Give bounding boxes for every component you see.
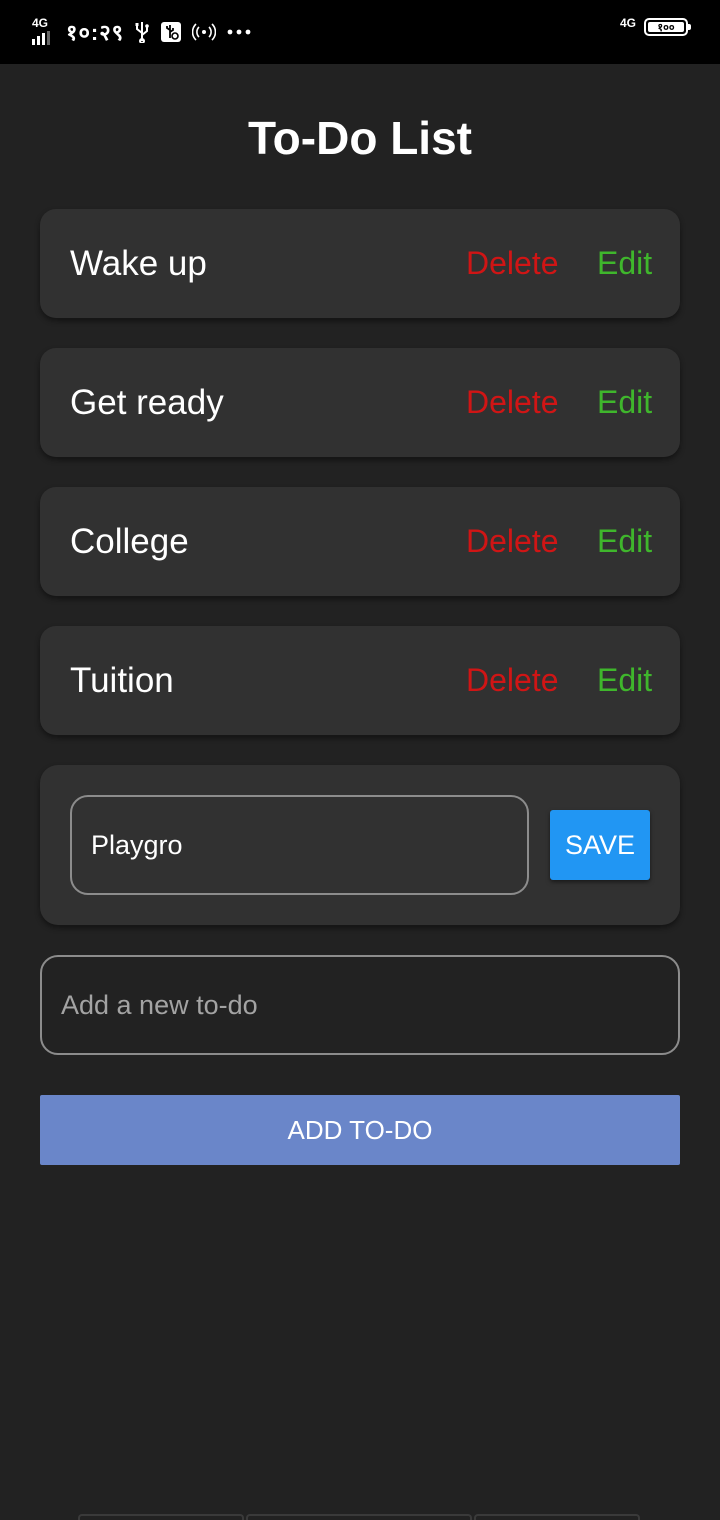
status-bar: 4G १०:२९ 4G १०० [0,0,720,64]
bottom-nav-hint [474,1514,640,1520]
status-right: 4G १०० [619,16,691,36]
todo-text: Tuition [70,661,174,700]
more-dots-icon [226,28,252,36]
network-type-label: 4G [32,16,49,30]
status-left: 4G १०:२९ [30,14,252,50]
save-button[interactable]: SAVE [550,810,650,880]
todo-text: Wake up [70,244,207,283]
edit-todo-card: SAVE [40,765,680,925]
usb-debug-icon [160,21,182,43]
delete-button[interactable]: Delete [466,348,559,457]
new-todo-input[interactable] [40,955,680,1055]
todo-list: Wake up Delete Edit Get ready Delete Edi… [40,209,680,765]
signal-icon: 4G [30,17,56,47]
todo-item: Wake up Delete Edit [40,209,680,318]
edit-button[interactable]: Edit [597,209,652,318]
network-type-right: 4G [619,16,636,30]
edit-button[interactable]: Edit [597,348,652,457]
todo-item: Tuition Delete Edit [40,626,680,735]
hotspot-icon [192,22,217,42]
edit-todo-input[interactable] [70,795,529,895]
todo-text: College [70,522,189,561]
delete-button[interactable]: Delete [466,487,559,596]
usb-icon [134,21,150,43]
edit-button[interactable]: Edit [597,626,652,735]
todo-text: Get ready [70,383,224,422]
delete-button[interactable]: Delete [466,626,559,735]
delete-button[interactable]: Delete [466,209,559,318]
page-title: To-Do List [248,112,472,164]
add-todo-button[interactable]: ADD TO-DO [40,1095,680,1165]
battery-level-text: १०० [657,21,675,34]
battery-icon: १०० [644,18,691,36]
todo-item: College Delete Edit [40,487,680,596]
todo-item: Get ready Delete Edit [40,348,680,457]
status-time: १०:२९ [66,20,125,45]
edit-button[interactable]: Edit [597,487,652,596]
bottom-nav-hint [246,1514,472,1520]
bottom-nav-hint [78,1514,244,1520]
